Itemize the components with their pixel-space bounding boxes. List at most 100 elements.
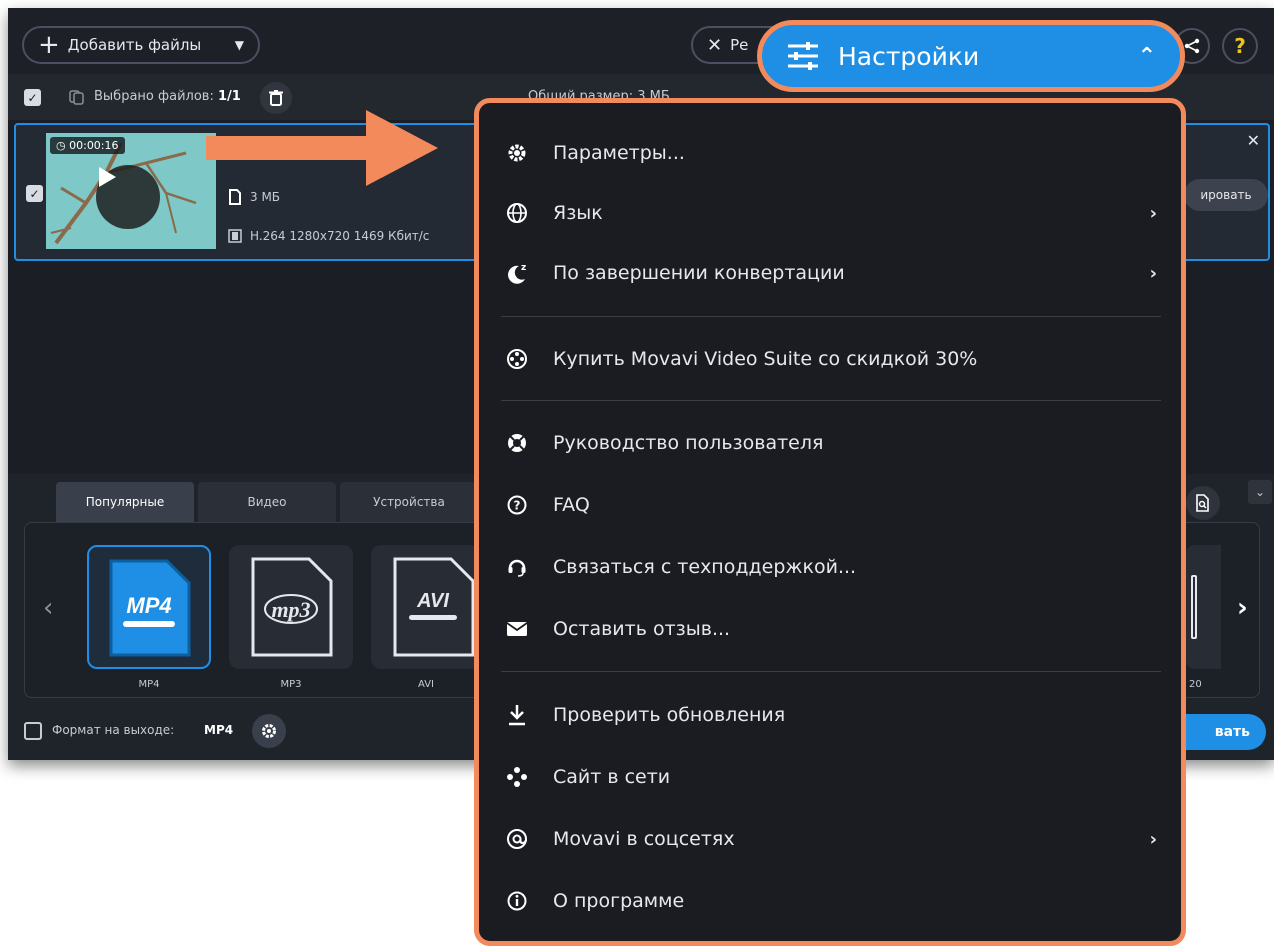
format-tile-mp3[interactable]: mp3 [229,545,353,669]
duration-badge: ◷ 00:00:16 [50,137,125,154]
device-icon [1191,575,1197,639]
tab-video[interactable]: Видео [198,482,336,522]
play-button[interactable] [96,165,160,229]
globe-icon [503,199,531,227]
question-mark-icon: ? [1234,34,1246,58]
share-icon [1184,38,1200,54]
file-icon [229,189,241,205]
menu-divider [501,671,1161,672]
settings-menu: Параметры... Язык › z По завершении конв… [474,98,1186,946]
mp4-format-icon: MP4 [109,559,191,657]
chevron-down-icon: ⌄ [1254,485,1266,499]
file-size: 3 МБ [228,189,280,205]
play-icon [99,167,116,187]
menu-item-label: FAQ [553,494,590,516]
convert-file-button[interactable]: ировать [1184,179,1268,211]
clock-icon: ◷ [56,139,70,152]
chevron-right-icon: › [1149,262,1157,284]
network-icon [503,763,531,791]
menu-item-label: Movavi в соцсетях [553,828,735,850]
output-settings-button[interactable] [252,714,286,748]
video-thumbnail[interactable]: ◷ 00:00:16 [46,133,216,249]
menu-item-buy-suite[interactable]: Купить Movavi Video Suite со скидкой 30% [503,339,1157,379]
sliders-icon [788,42,818,70]
gear-icon [503,139,531,167]
output-format-icon [24,722,42,740]
tab-devices[interactable]: Устройства [340,482,478,522]
menu-item-check-updates[interactable]: Проверить обновления [503,695,1157,735]
at-sign-icon [503,825,531,853]
chevron-down-icon: ▼ [234,38,244,52]
menu-item-language[interactable]: Язык › [503,193,1157,233]
screenshot-stage: + Добавить файлы ▼ ✕ Ре ? ✓ Выбрано файл… [0,0,1274,948]
lifebuoy-icon [503,429,531,457]
next-formats-arrow[interactable]: › [1237,593,1248,623]
format-label-mp4: MP4 [138,679,160,690]
menu-item-label: Параметры... [553,142,685,164]
add-files-label: Добавить файлы [67,36,202,54]
collapse-panel-button[interactable]: ⌄ [1248,480,1272,504]
menu-item-label: Сайт в сети [553,766,671,788]
format-search-button[interactable] [1186,486,1220,520]
format-tile-partial[interactable] [1185,545,1221,669]
svg-text:z: z [521,263,526,273]
format-label-mp3: MP3 [280,679,302,690]
svg-text:MP4: MP4 [126,593,171,618]
menu-item-user-guide[interactable]: Руководство пользователя [503,423,1157,463]
chevron-up-icon: ⌃ [1137,43,1156,69]
envelope-icon [503,615,531,643]
mp3-format-icon: mp3 [251,557,333,657]
menu-item-after-conversion[interactable]: z По завершении конвертации › [503,253,1157,293]
menu-item-label: Купить Movavi Video Suite со скидкой 30% [553,348,978,370]
prev-formats-arrow[interactable]: ‹ [43,593,53,623]
menu-divider [501,400,1161,401]
settings-label: Настройки [838,41,980,71]
selected-files-label: Выбрано файлов: 1/1 [94,89,241,104]
question-circle-icon: ? [503,491,531,519]
download-icon [503,701,531,729]
add-files-button[interactable]: + Добавить файлы ▼ [22,26,260,64]
tab-popular[interactable]: Популярные [56,482,194,522]
help-button[interactable]: ? [1222,28,1258,64]
menu-item-label: Язык [553,202,603,224]
menu-item-leave-feedback[interactable]: Оставить отзыв... [503,609,1157,649]
film-icon [228,229,242,243]
avi-format-icon: AVI [393,557,475,657]
remove-file-icon[interactable]: ✕ [1247,131,1260,150]
tools-icon: ✕ [707,34,723,56]
settings-button[interactable]: Настройки ⌃ [757,20,1185,92]
pointer-arrow-annotation [206,110,438,186]
menu-item-label: Связаться с техподдержкой... [553,556,857,578]
plus-icon: + [38,30,60,60]
menu-item-label: Руководство пользователя [553,432,824,454]
search-file-icon [1196,494,1209,512]
trash-icon [269,90,283,106]
headset-icon [503,553,531,581]
format-tabs: Популярные Видео Устройства [56,482,478,522]
chevron-right-icon: › [1149,828,1157,850]
menu-item-about[interactable]: О программе [503,881,1157,921]
format-tile-mp4[interactable]: MP4 [87,545,211,669]
file-codec-info: H.264 1280x720 1469 Кбит/с [228,229,429,243]
selected-files-count: 1/1 [217,89,241,104]
output-format-label: Формат на выходе: [52,723,175,737]
menu-item-website[interactable]: Сайт в сети [503,757,1157,797]
gear-icon [262,724,276,738]
chevron-right-icon: › [1149,202,1157,224]
output-format-value: MP4 [204,723,234,737]
menu-item-preferences[interactable]: Параметры... [503,133,1157,173]
format-label-avi: AVI [418,679,434,690]
info-circle-icon [503,887,531,915]
tools-label: Ре [730,36,749,54]
menu-item-label: Оставить отзыв... [553,618,731,640]
format-tile-avi[interactable]: AVI [371,545,481,669]
select-all-checkbox[interactable]: ✓ [24,89,41,106]
svg-text:?: ? [514,499,521,513]
film-reel-icon [503,345,531,373]
menu-item-contact-support[interactable]: Связаться с техподдержкой... [503,547,1157,587]
menu-item-faq[interactable]: ? FAQ [503,485,1157,525]
format-label-partial: 20 [1189,679,1202,690]
menu-item-label: Проверить обновления [553,704,786,726]
file-checkbox[interactable]: ✓ [26,185,43,202]
menu-item-social[interactable]: Movavi в соцсетях › [503,819,1157,859]
